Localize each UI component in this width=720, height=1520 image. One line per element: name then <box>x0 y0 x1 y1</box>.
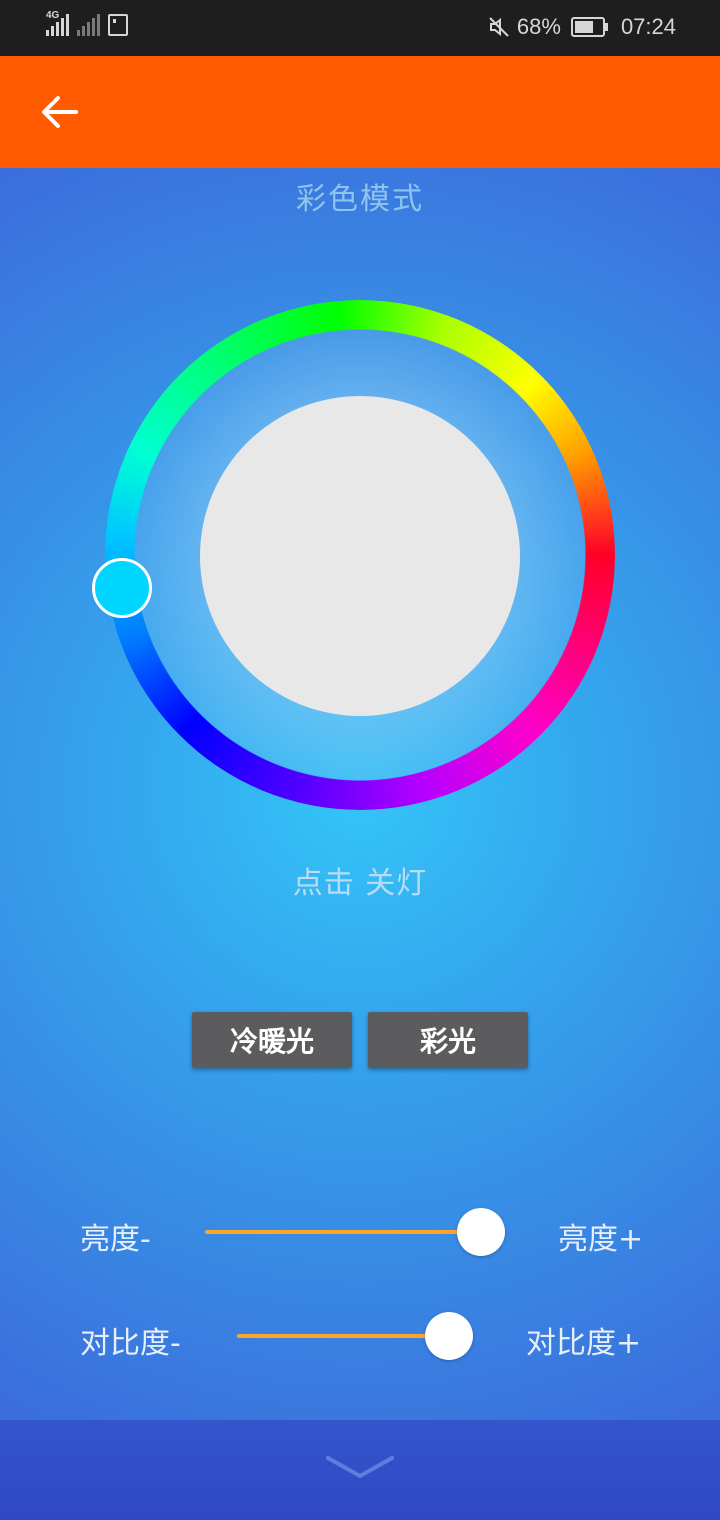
signal-nosim-icon <box>77 14 100 36</box>
status-bar: 4G 68% 07:24 <box>0 0 720 56</box>
brightness-plus-label[interactable]: 亮度+ <box>558 1214 643 1258</box>
collapse-button[interactable] <box>322 1450 398 1484</box>
power-hint: 点击 关灯 <box>292 866 428 901</box>
mode-title: 彩色模式 <box>296 182 424 217</box>
status-left: 4G <box>46 10 128 36</box>
chevron-down-icon <box>326 1456 394 1478</box>
sim-card-icon <box>108 14 128 36</box>
status-right: 68% 07:24 <box>487 14 676 40</box>
signal-4g-icon: 4G <box>46 10 69 36</box>
power-toggle-button[interactable] <box>200 396 520 716</box>
contrast-slider-thumb[interactable] <box>424 1312 473 1360</box>
warm-cool-light-button[interactable]: 冷暖光 <box>192 1012 352 1068</box>
brightness-minus-label[interactable]: 亮度- <box>80 1214 151 1258</box>
back-button[interactable] <box>36 88 84 136</box>
contrast-plus-label[interactable]: 对比度+ <box>526 1318 641 1362</box>
main-panel: 彩色模式 点击 关灯 冷暖光 彩光 亮度- 亮度+ 对比度- 对比度+ <box>0 168 720 1420</box>
color-wheel-thumb[interactable] <box>92 558 152 618</box>
contrast-minus-label[interactable]: 对比度- <box>80 1318 181 1362</box>
battery-percent: 68% <box>516 14 561 39</box>
clock: 07:24 <box>620 14 676 39</box>
mute-icon <box>489 17 509 37</box>
network-label: 4G <box>46 10 60 21</box>
brightness-slider-track[interactable] <box>205 1230 481 1234</box>
brightness-slider-thumb[interactable] <box>457 1208 505 1256</box>
color-light-button[interactable]: 彩光 <box>368 1012 528 1068</box>
bottom-bar <box>0 1420 720 1520</box>
top-app-bar <box>0 56 720 168</box>
arrow-left-icon <box>42 96 78 128</box>
battery-icon <box>570 17 608 37</box>
